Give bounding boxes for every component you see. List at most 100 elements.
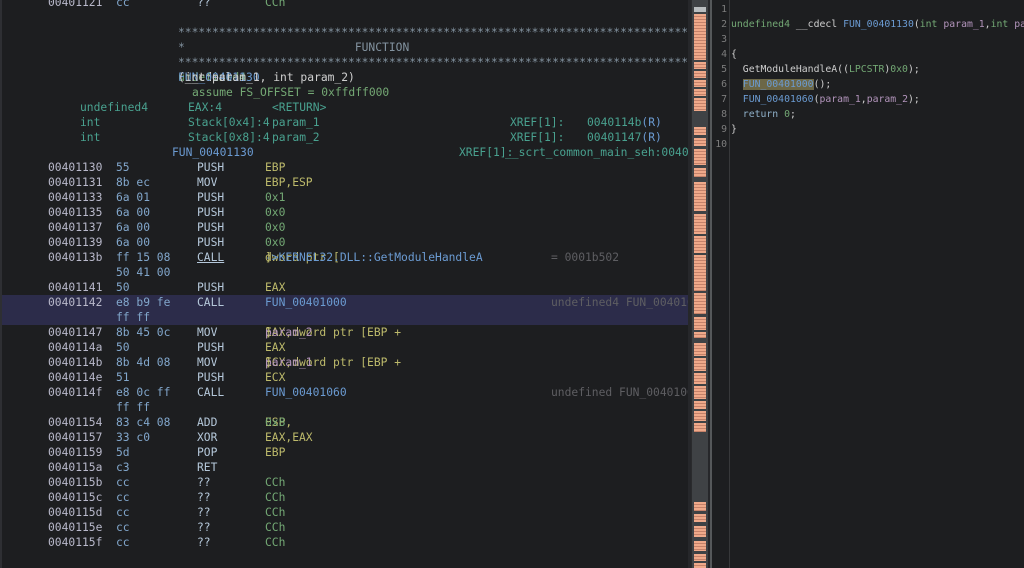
listing-row[interactable]: 0040115fcc??CCh xyxy=(2,535,690,550)
code-token-plain: } xyxy=(731,124,737,135)
listing-row[interactable]: 0040115dcc??CCh xyxy=(2,505,690,520)
listing-row[interactable]: 004011376a 00PUSH0x0 xyxy=(2,220,690,235)
marker-block xyxy=(694,71,706,78)
listing-row[interactable]: 004011356a 00PUSH0x0 xyxy=(2,205,690,220)
variable-storage: EAX:4 xyxy=(188,100,222,115)
mnemonic-cell: POP xyxy=(197,445,217,460)
listing-row[interactable]: 00401121cc??CCh xyxy=(2,0,690,10)
marker-block xyxy=(694,7,706,12)
plate-comment-line: ****************************************… xyxy=(178,55,690,70)
marker-block xyxy=(694,411,706,421)
listing-row[interactable]: 004011396a 00PUSH0x0 xyxy=(2,235,690,250)
code-token-plain: GetModuleHandleA(( xyxy=(731,64,849,75)
listing-row[interactable]: 004011318b ecMOVEBP,ESP xyxy=(2,175,690,190)
code-token-funchl[interactable]: FUN_00401000 xyxy=(743,79,814,90)
marker-block xyxy=(694,317,706,330)
listing-row[interactable]: ff ff xyxy=(2,310,690,325)
marker-block xyxy=(694,401,706,409)
address-cell: 00401133 xyxy=(48,190,102,205)
address-cell: 0040115a xyxy=(48,460,102,475)
listing-row[interactable]: ****************************************… xyxy=(2,55,690,70)
mnemonic-cell: ADD xyxy=(197,415,217,430)
listing-row[interactable]: 50 41 00 xyxy=(2,265,690,280)
code-token-plain: (); xyxy=(814,79,832,90)
listing-row[interactable]: 0040115ccc??CCh xyxy=(2,490,690,505)
listing-row[interactable]: 00401142e8 b9 feCALLFUN_00401000undefine… xyxy=(2,295,690,310)
decompiler-line[interactable]: { xyxy=(731,47,737,62)
mnemonic-cell: PUSH xyxy=(197,190,224,205)
operand-token-param: param_2 xyxy=(265,325,313,340)
operand-token-func[interactable]: FUN_00401000 xyxy=(265,295,347,310)
mnemonic-cell: XOR xyxy=(197,430,217,445)
listing-row[interactable]: 0040114b8b 4d 08MOVECX,dword ptr [EBP + … xyxy=(2,355,690,370)
listing-row[interactable]: 0040115733 c0XOREAX,EAX xyxy=(2,430,690,445)
operand-token-func[interactable]: FUN_00401060 xyxy=(265,385,347,400)
listing-row[interactable]: ff ff xyxy=(2,400,690,415)
code-token-param: param_2 xyxy=(867,94,908,105)
decompiler-line[interactable]: FUN_00401000(); xyxy=(731,77,831,92)
assume-line: assume FS_OFFSET = 0xffdff000 xyxy=(192,85,389,100)
listing-row[interactable]: 0040115ac3RET xyxy=(2,460,690,475)
listing-row[interactable]: 004011336a 01PUSH0x1 xyxy=(2,190,690,205)
code-token-type: int xyxy=(920,19,938,30)
decompiler-panel: 12345678910 undefined4 __cdecl FUN_00401… xyxy=(710,0,1024,568)
listing-row[interactable]: 0040115483 c4 08ADDESP,0x8 xyxy=(2,415,690,430)
operand-token-reg: ECX xyxy=(265,370,285,385)
operand-token-reg: EAX xyxy=(265,280,285,295)
address-cell: 0040115b xyxy=(48,475,102,490)
xref-value[interactable]: __scrt_common_main_seh:0040 xyxy=(505,145,689,160)
listing-row[interactable]: intStack[0x4]:4param_1XREF[1]:0040114b(R… xyxy=(2,115,690,130)
listing-row[interactable]: 0040114fe8 0c ffCALLFUN_00401060undefine… xyxy=(2,385,690,400)
address-cell: 0040113b xyxy=(48,250,102,265)
decompiler-line[interactable]: } xyxy=(731,122,737,137)
xref-value[interactable]: 00401147(R) xyxy=(587,130,641,145)
variable-name: <RETURN> xyxy=(272,100,326,115)
bytes-cell: 6a 00 xyxy=(116,205,150,220)
listing-row[interactable]: 0040113bff 15 08CALLdword ptr [->KERNEL3… xyxy=(2,250,690,265)
xref-value[interactable]: 0040114b(R) xyxy=(587,115,641,130)
listing-row[interactable]: undefined4EAX:4<RETURN> xyxy=(2,100,690,115)
listing-row[interactable]: 004011478b 45 0cMOVEAX,dword ptr [EBP + … xyxy=(2,325,690,340)
address-cell: 0040115c xyxy=(48,490,102,505)
mnemonic-cell: PUSH xyxy=(197,160,224,175)
operand-token-reg: EAX,EAX xyxy=(265,430,313,445)
listing-row[interactable]: 0040115ecc??CCh xyxy=(2,520,690,535)
bytes-cell: 51 xyxy=(116,370,130,385)
eol-comment: undefined4 FUN_00401000 xyxy=(551,295,690,310)
decompiler-line[interactable]: return 0; xyxy=(731,107,796,122)
listing-row[interactable]: 0040114150PUSHEAX xyxy=(2,280,690,295)
listing-row[interactable]: intStack[0x8]:4param_2XREF[1]:00401147(R… xyxy=(2,130,690,145)
address-cell: 00401130 xyxy=(48,160,102,175)
bytes-continuation-cell: ff ff xyxy=(116,400,150,415)
bytes-continuation-cell: ff ff xyxy=(116,310,150,325)
marker-block xyxy=(694,541,706,551)
decompiler-line[interactable]: GetModuleHandleA((LPCSTR)0x0); xyxy=(731,62,920,77)
function-label[interactable]: FUN_00401130 xyxy=(172,145,254,160)
listing-row[interactable]: assume FS_OFFSET = 0xffdff000 xyxy=(2,85,690,100)
operand-token-const: 0x0 xyxy=(265,235,285,250)
bytes-cell: e8 b9 fe xyxy=(116,295,170,310)
marker-block xyxy=(694,168,706,177)
listing-row[interactable]: 0040115bcc??CCh xyxy=(2,475,690,490)
listing-row[interactable]: ****************************************… xyxy=(2,25,690,40)
listing-row[interactable]: undefined4 __cdecl FUN_00401130(int para… xyxy=(2,70,690,85)
address-cell: 00401157 xyxy=(48,430,102,445)
listing-row[interactable]: * FUNCTION * xyxy=(2,40,690,55)
listing-row[interactable]: FUN_00401130XREF[1]:__scrt_common_main_s… xyxy=(2,145,690,160)
code-token-func[interactable]: FUN_00401060 xyxy=(743,94,814,105)
scrollbar-marker-strip[interactable] xyxy=(691,0,708,568)
listing-row[interactable]: 0040114e51PUSHECX xyxy=(2,370,690,385)
listing-row[interactable]: 0040113055PUSHEBP xyxy=(2,160,690,175)
mnemonic-cell: PUSH xyxy=(197,340,224,355)
listing-row[interactable]: 004011595dPOPEBP xyxy=(2,445,690,460)
mnemonic-cell: PUSH xyxy=(197,220,224,235)
mnemonic-cell: PUSH xyxy=(197,280,224,295)
operand-token-func[interactable]: ->KERNEL32.DLL::GetModuleHandleA xyxy=(265,250,483,265)
code-token-func[interactable]: FUN_00401130 xyxy=(843,19,914,30)
operand-token-const: CCh xyxy=(265,475,285,490)
operand-token-const: 0x0 xyxy=(265,220,285,235)
plate-comment-line: * FUNCTION * xyxy=(178,40,690,55)
decompiler-line[interactable]: undefined4 __cdecl FUN_00401130(int para… xyxy=(731,17,1024,32)
decompiler-line[interactable]: FUN_00401060(param_1,param_2); xyxy=(731,92,920,107)
listing-row[interactable]: 0040114a50PUSHEAX xyxy=(2,340,690,355)
